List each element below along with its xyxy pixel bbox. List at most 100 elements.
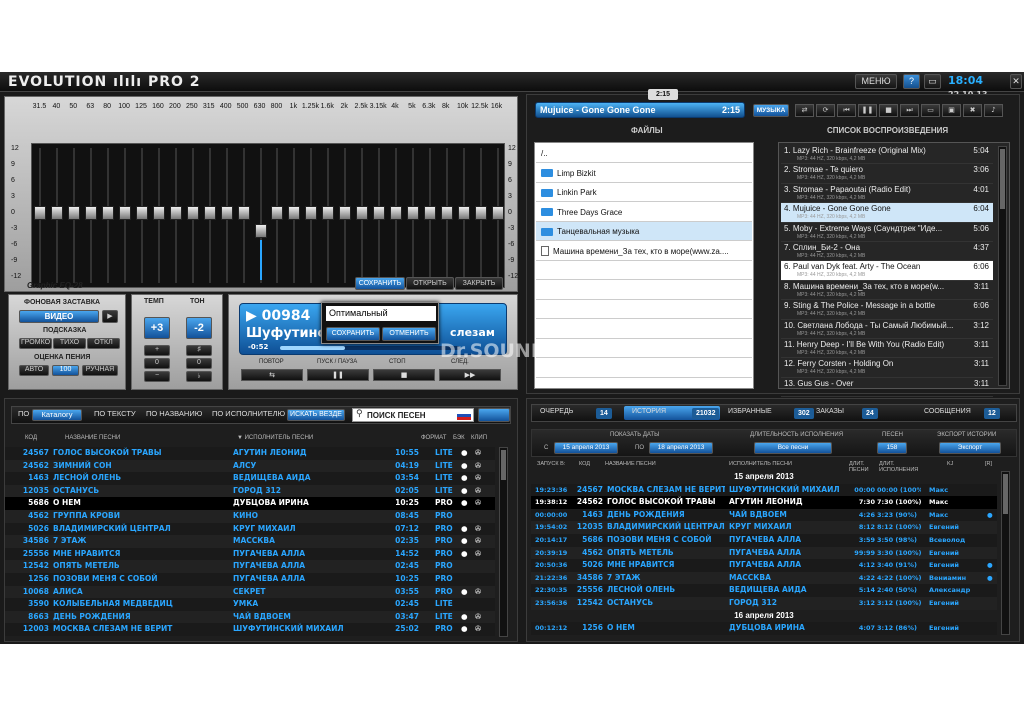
eq-slider-handle[interactable] (119, 206, 132, 220)
playlist-item[interactable]: 10. Светлана Лобода - Ты Самый Любимый..… (781, 320, 993, 339)
eq-slider-handle[interactable] (85, 206, 98, 220)
eq-slider-handle[interactable] (169, 206, 182, 220)
eq-slider-handle[interactable] (271, 206, 284, 220)
eq-slider-handle[interactable] (389, 206, 402, 220)
play-pause-icon[interactable]: ❚❚ (307, 369, 369, 381)
catalog-column-header[interactable]: НАЗВАНИЕ ПЕСНИ (65, 435, 120, 441)
eq-slider-handle[interactable] (288, 206, 301, 220)
eq-slider-handle[interactable] (491, 206, 504, 220)
file-item[interactable]: Машина времени_За тех, кто в море(www.za… (536, 242, 752, 261)
stop-icon[interactable]: ■ (879, 104, 898, 117)
eq-slider-handle[interactable] (203, 206, 216, 220)
song-search-input[interactable]: ⚲ ПОИСК ПЕСЕН (352, 408, 474, 422)
table-row[interactable]: 23:56:36 12542 ОСТАНУСЬ ГОРОД 312 3:12 3:12 (… (531, 597, 997, 610)
tab-4[interactable]: СООБЩЕНИЯ (924, 408, 971, 415)
tab-0[interactable]: ОЧЕРЕДЬ (540, 408, 573, 415)
tab-by-artist[interactable]: ПО ИСПОЛНИТЕЛЮ (212, 409, 285, 418)
close-icon[interactable]: ✕ (1010, 74, 1022, 89)
tab-catalog[interactable]: Каталогу (32, 409, 82, 421)
eq-save-button[interactable]: СОХРАНИТЬ (355, 277, 405, 290)
eq-slider-handle[interactable] (373, 206, 386, 220)
tab-3[interactable]: ЗАКАЗЫ (816, 408, 844, 415)
table-row[interactable]: 22:30:35 25556 ЛЕСНОЙ ОЛЕНЬ ВЕДИЩЕВА АИДА 5:… (531, 584, 997, 597)
monitor-icon[interactable]: ▭ (924, 74, 941, 89)
file-item[interactable]: Three Days Grace (536, 203, 752, 222)
eq-open-button[interactable]: ОТКРЫТЬ (406, 277, 454, 290)
popup-save-button[interactable]: СОХРАНИТЬ (326, 327, 380, 341)
tone-reset-button[interactable]: 0 (186, 358, 212, 369)
eq-slider-handle[interactable] (305, 206, 318, 220)
file-item[interactable]: Танцевальная музыка (536, 222, 752, 241)
tone-sharp-button[interactable]: ♯ (186, 345, 212, 356)
playlist-item[interactable]: 5. Moby - Extreme Ways (Саундтрек "Иде..… (781, 223, 993, 242)
table-row[interactable]: 20:14:17 5686 ПОЗОВИ МЕНЯ С СОБОЙ ПУГАЧЕВА … (531, 534, 997, 547)
repeat-icon[interactable]: ⇆ (241, 369, 303, 381)
folder-icon[interactable]: ▭ (921, 104, 940, 117)
table-row[interactable]: 20:50:36 5026 МНЕ НРАВИТСЯ ПУГАЧЕВА АЛЛА 4:1… (531, 559, 997, 572)
playlist-scrollbar[interactable] (998, 146, 1007, 386)
eq-slider-handle[interactable] (237, 206, 250, 220)
eq-slider-handle[interactable] (152, 206, 165, 220)
pause-icon[interactable]: ❚❚ (858, 104, 877, 117)
stop-icon[interactable]: ■ (373, 369, 435, 381)
table-row[interactable]: 19:54:02 12035 ВЛАДИМИРСКИЙ ЦЕНТРАЛ КРУГ МИ… (531, 521, 997, 534)
tab-2[interactable]: ИЗБРАННЫЕ (728, 408, 772, 415)
catalog-column-header[interactable]: КЛИП (471, 435, 487, 441)
eq-slider-handle[interactable] (356, 206, 369, 220)
catalog-scrollbar[interactable] (499, 447, 508, 637)
play-icon[interactable]: ▶ (102, 310, 118, 323)
duration-select[interactable]: Все песни (754, 442, 832, 454)
next-icon[interactable]: ▶▶ (439, 369, 501, 381)
save-icon[interactable]: ▣ (942, 104, 961, 117)
table-row[interactable]: 4562 ГРУППА КРОВИ КИНО 08:45 PRO (5, 510, 495, 523)
playlist-item[interactable]: 2. Stromae - Te quiero 3:06 MP3: 44 HZ, 32… (781, 164, 993, 184)
playlist-item[interactable]: 13. Gus Gus - Over 3:11 (781, 378, 993, 398)
tab-by-text[interactable]: ПО ТЕКСТУ (94, 409, 136, 418)
file-item[interactable]: Linkin Park (536, 183, 752, 202)
table-row[interactable]: 12035 ОСТАНУСЬ ГОРОД 312 02:05 LITE ● ✇ (5, 484, 495, 498)
history-column-header[interactable]: ЗАПУСК В: (537, 461, 565, 467)
eq-slider-handle[interactable] (254, 224, 267, 238)
hint-loud-button[interactable]: ГРОМКО (19, 338, 52, 349)
eq-slider-handle[interactable] (406, 206, 419, 220)
file-item[interactable]: Limp Bizkit (536, 164, 752, 183)
catalog-column-header[interactable]: БЭК (453, 435, 465, 441)
eq-close-button[interactable]: ЗАКРЫТЬ (455, 277, 503, 290)
table-row[interactable]: 5026 ВЛАДИМИРСКИЙ ЦЕНТРАЛ КРУГ МИХАИЛ 07:12… (5, 522, 495, 536)
playlist-item[interactable]: 12. Ferry Corsten - Holding On 3:11 MP3: 4… (781, 358, 993, 378)
table-row[interactable]: 12003 МОСКВА СЛЕЗАМ НЕ ВЕРИТ ШУФУТИНСКИЙ М… (5, 623, 495, 636)
prev-icon[interactable]: ⏮ (837, 104, 856, 117)
search-go-button[interactable] (478, 408, 510, 422)
history-column-header[interactable]: KJ (947, 461, 953, 467)
history-column-header[interactable]: НАЗВАНИЕ ПЕСНИ (605, 461, 656, 467)
eq-slider-handle[interactable] (457, 206, 470, 220)
rating-value[interactable]: 100 (52, 365, 79, 376)
table-row[interactable]: 20:39:19 4562 ОПЯТЬ МЕТЕЛЬ ПУГАЧЕВА АЛЛА 99:… (531, 546, 997, 560)
file-item[interactable]: /.. (536, 144, 752, 163)
popup-cancel-button[interactable]: ОТМЕНИТЬ (382, 327, 436, 341)
table-row[interactable]: 24562 ЗИМНИЙ СОН АЛСУ 04:19 LITE ● ✇ (5, 459, 495, 473)
playlist-item[interactable]: 11. Henry Deep - I'll Be With You (Radio… (781, 339, 993, 359)
playlist-item[interactable]: 8. Машина времени_За тех, кто в море(w..… (781, 281, 993, 301)
tab-search-all[interactable]: ИСКАТЬ ВЕЗДЕ (287, 409, 345, 421)
playlist-item[interactable]: 3. Stromae - Papaoutai (Radio Edit) 4:01 M… (781, 184, 993, 204)
table-row[interactable]: 00:00:00 1463 ДЕНЬ РОЖДЕНИЯ ЧАЙ ВДВОЕМ 4:26 3… (531, 508, 997, 522)
to-date-picker[interactable]: 18 апреля 2013 (649, 442, 713, 454)
table-row[interactable]: 24567 ГОЛОС ВЫСОКОЙ ТРАВЫ АГУТИН ЛЕОНИД 10:… (5, 447, 495, 460)
eq-slider-handle[interactable] (474, 206, 487, 220)
track-progress[interactable] (280, 346, 460, 350)
tempo-reset-button[interactable]: 0 (144, 358, 170, 369)
shuffle-icon[interactable]: ⇄ (795, 104, 814, 117)
catalog-column-header[interactable]: КОД (25, 435, 37, 441)
eq-slider-handle[interactable] (322, 206, 335, 220)
table-row[interactable]: 5686 О НЕМ ДУБЦОВА ИРИНА 10:25 PRO ● ✇ (5, 497, 495, 510)
playlist-item[interactable]: 9. Sting & The Police - Message in a bot… (781, 300, 993, 320)
menu-button[interactable]: МЕНЮ (855, 74, 897, 89)
help-button[interactable]: ? (903, 74, 920, 89)
eq-slider-handle[interactable] (220, 206, 233, 220)
hint-off-button[interactable]: ОТКЛ (87, 338, 120, 349)
eq-slider-handle[interactable] (68, 206, 81, 220)
tab-1[interactable]: ИСТОРИЯ (632, 408, 666, 415)
background-mode-select[interactable]: ВИДЕО (19, 310, 99, 323)
repeat-icon[interactable]: ⟳ (816, 104, 835, 117)
